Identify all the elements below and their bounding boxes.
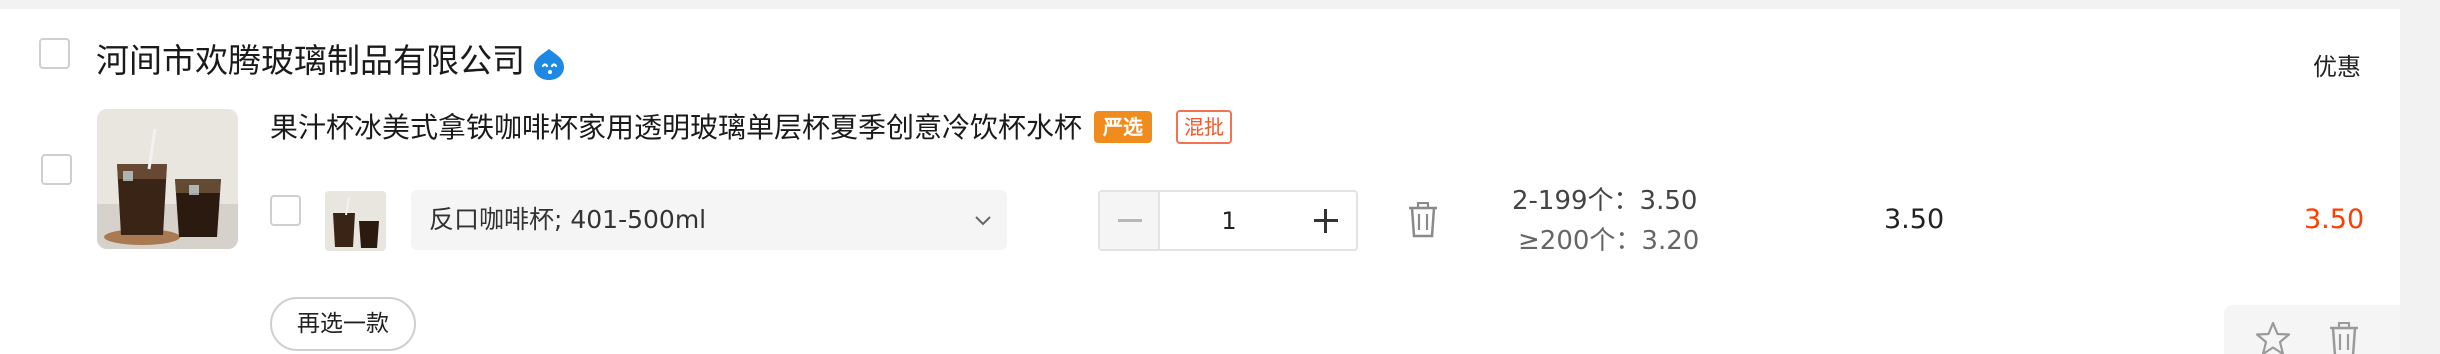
chevron-down-icon	[973, 210, 993, 230]
unit-price: 3.50	[1884, 204, 1945, 235]
tag-yanxuan: 严选	[1094, 111, 1152, 143]
product-title[interactable]: 果汁杯冰美式拿铁咖啡杯家用透明玻璃单层杯夏季创意冷饮杯水杯	[270, 108, 1082, 148]
price-tier: 2-199个：3.50	[1512, 186, 1698, 216]
quantity-increase-button[interactable]	[1296, 192, 1356, 249]
sku-selected-value: 反口咖啡杯; 401-500ml	[429, 205, 707, 234]
quantity-stepper	[1098, 190, 1358, 251]
discount-column-header: 优惠	[2313, 53, 2361, 81]
quantity-input[interactable]	[1162, 192, 1296, 249]
wangwang-chat-icon[interactable]	[531, 46, 567, 82]
quantity-decrease-button[interactable]	[1100, 192, 1160, 249]
price-tier: ≥200个：3.20	[1518, 226, 1700, 256]
sku-select[interactable]: 反口咖啡杯; 401-500ml	[411, 190, 1007, 250]
delete-trash-icon[interactable]	[1407, 201, 1439, 238]
total-price: 3.50	[2304, 204, 2365, 235]
shop-name[interactable]: 河间市欢腾玻璃制品有限公司	[96, 39, 525, 83]
cart-shop-card: 河间市欢腾玻璃制品有限公司 优惠 果汁杯冰美式拿铁咖啡杯家用透明玻璃单层杯夏季创…	[0, 9, 2400, 354]
tag-hunpi: 混批	[1176, 110, 1232, 144]
side-action-panel	[2224, 305, 2400, 354]
delete-trash-icon[interactable]	[2328, 321, 2360, 354]
favorite-star-icon[interactable]	[2254, 320, 2292, 354]
shop-checkbox[interactable]	[39, 38, 70, 69]
sku-checkbox[interactable]	[270, 195, 301, 226]
sku-thumbnail	[325, 191, 386, 251]
product-image[interactable]	[97, 109, 238, 249]
reselect-button[interactable]: 再选一款	[270, 297, 416, 351]
product-checkbox[interactable]	[41, 154, 72, 185]
